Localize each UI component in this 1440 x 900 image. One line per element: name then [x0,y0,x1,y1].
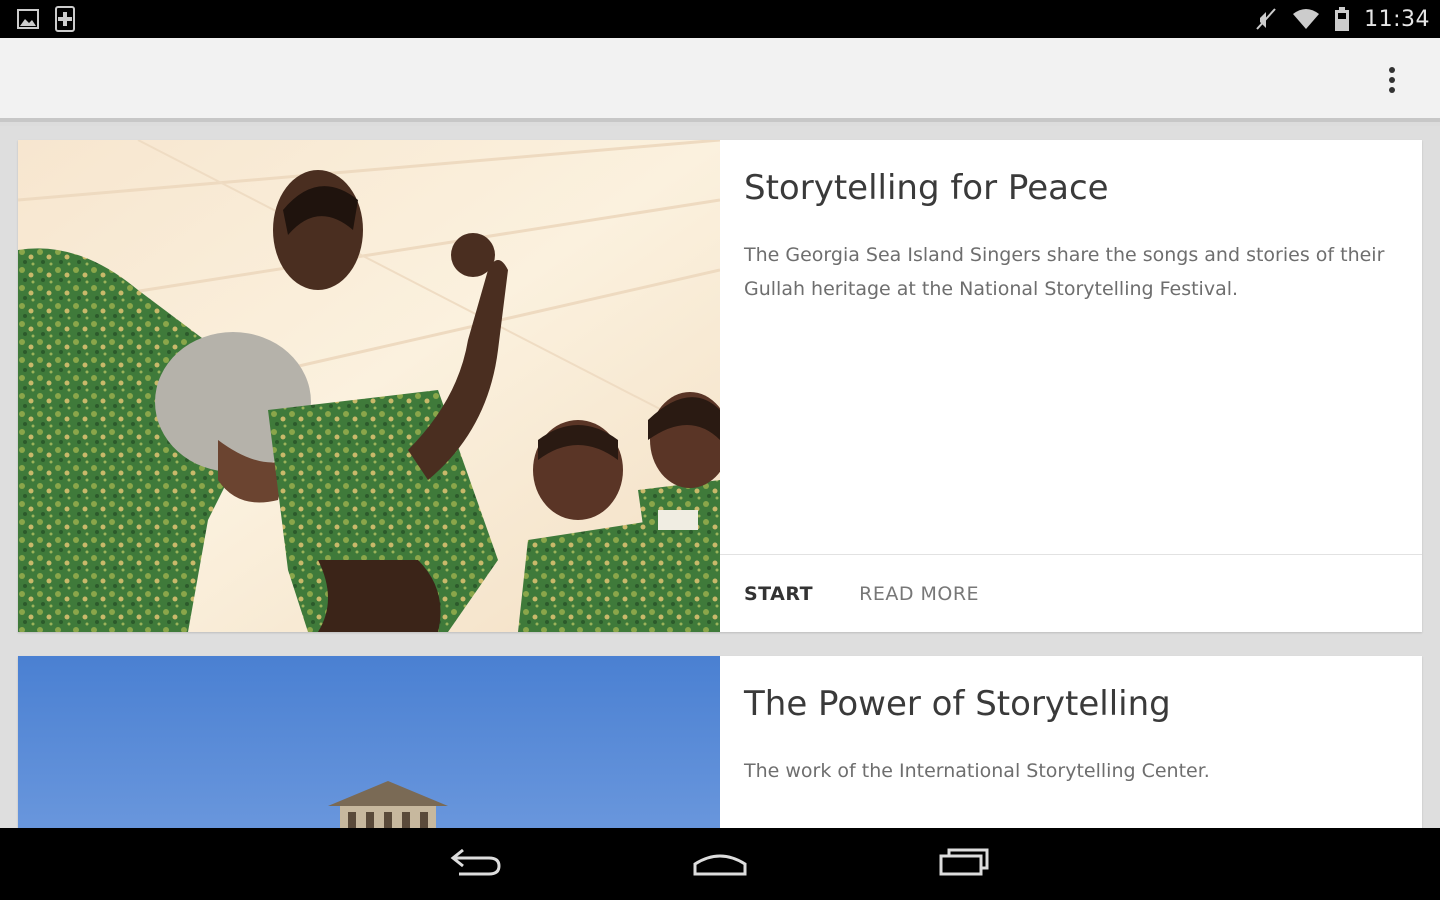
home-button[interactable] [677,834,763,894]
sim-icon [54,6,76,32]
read-more-button[interactable]: READ MORE [859,583,979,605]
status-left [16,6,76,32]
card-body: The Power of Storytelling The work of th… [720,656,1422,828]
back-button[interactable] [433,834,519,894]
gallery-icon [16,7,40,31]
story-card[interactable]: Storytelling for Peace The Georgia Sea I… [18,140,1422,632]
navigation-bar [0,828,1440,900]
card-actions: START READ MORE [720,554,1422,632]
card-description: The Georgia Sea Island Singers share the… [744,244,1385,300]
card-description: The work of the International Storytelli… [744,760,1210,782]
overflow-menu-button[interactable] [1374,64,1410,100]
card-body: Storytelling for Peace The Georgia Sea I… [720,140,1422,632]
mute-icon [1254,6,1278,32]
card-title: The Power of Storytelling [744,684,1171,724]
singers-photo-art [18,140,720,632]
recents-icon [937,846,991,883]
battery-icon [1334,6,1350,32]
singers-photo[interactable] [18,140,720,632]
start-button[interactable]: START [744,583,813,605]
building-sky-photo[interactable] [18,656,720,828]
overflow-menu-icon [1388,66,1396,99]
building-sky-photo-art [18,656,720,828]
action-bar [0,38,1440,122]
status-time: 11:34 [1364,6,1430,32]
recents-button[interactable] [921,834,1007,894]
story-card[interactable]: The Power of Storytelling The work of th… [18,656,1422,828]
card-list[interactable]: Storytelling for Peace The Georgia Sea I… [0,126,1440,828]
home-icon [691,846,749,883]
status-bar: 11:34 [0,0,1440,38]
back-icon [449,846,503,883]
card-title: Storytelling for Peace [744,168,1109,208]
status-right: 11:34 [1254,6,1430,32]
wifi-icon [1292,7,1320,31]
